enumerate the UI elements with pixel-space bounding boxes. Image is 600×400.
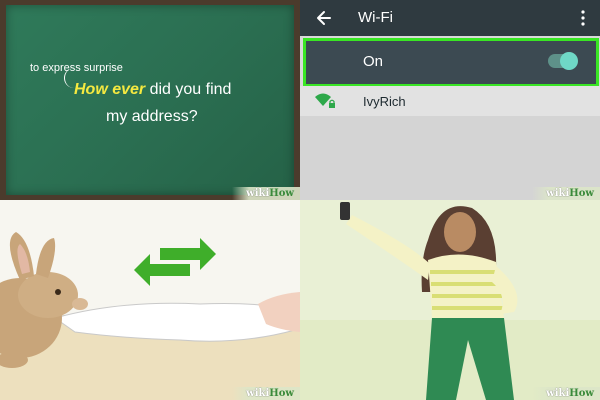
chalkboard: to express surprise How ever did you fin… bbox=[6, 5, 294, 195]
wikihow-watermark: wikiHow bbox=[532, 187, 600, 200]
overflow-menu-icon[interactable] bbox=[580, 10, 586, 26]
app-bar: Wi-Fi bbox=[300, 0, 600, 36]
wikihow-watermark: wikiHow bbox=[232, 187, 300, 200]
page-title: Wi-Fi bbox=[358, 9, 393, 26]
selfie-illustration-panel: wikiHow bbox=[300, 200, 600, 400]
wifi-toggle-row[interactable]: On bbox=[303, 38, 599, 87]
wifi-lock-icon bbox=[315, 93, 335, 108]
phrase-line-1: How ever did you find bbox=[74, 81, 231, 99]
cloth bbox=[53, 302, 296, 342]
phrase-line-1-rest: did you find bbox=[145, 81, 232, 98]
back-arrow-icon[interactable] bbox=[314, 8, 334, 28]
wikihow-watermark: wikiHow bbox=[232, 387, 300, 400]
selfie-scene bbox=[340, 202, 518, 400]
chalkboard-panel: to express surprise How ever did you fin… bbox=[0, 0, 300, 200]
wikihow-watermark: wikiHow bbox=[532, 387, 600, 400]
woman bbox=[340, 202, 518, 400]
network-name: IvyRich bbox=[363, 94, 406, 109]
network-list-item[interactable]: IvyRich bbox=[300, 86, 600, 116]
wifi-settings-panel: Wi-Fi On IvyRich wikiHow bbox=[300, 0, 600, 200]
phone bbox=[340, 202, 350, 220]
rabbit-scene bbox=[0, 232, 300, 368]
phrase-line-2: my address? bbox=[106, 108, 198, 125]
highlighted-phrase: How ever bbox=[74, 81, 146, 98]
toggle-label: On bbox=[363, 53, 384, 70]
toggle-knob bbox=[560, 52, 578, 70]
rabbit bbox=[0, 232, 88, 368]
rabbit-illustration-panel: wikiHow bbox=[0, 200, 300, 400]
wifi-toggle-switch[interactable] bbox=[548, 52, 578, 70]
swap-arrows-icon bbox=[134, 238, 216, 286]
